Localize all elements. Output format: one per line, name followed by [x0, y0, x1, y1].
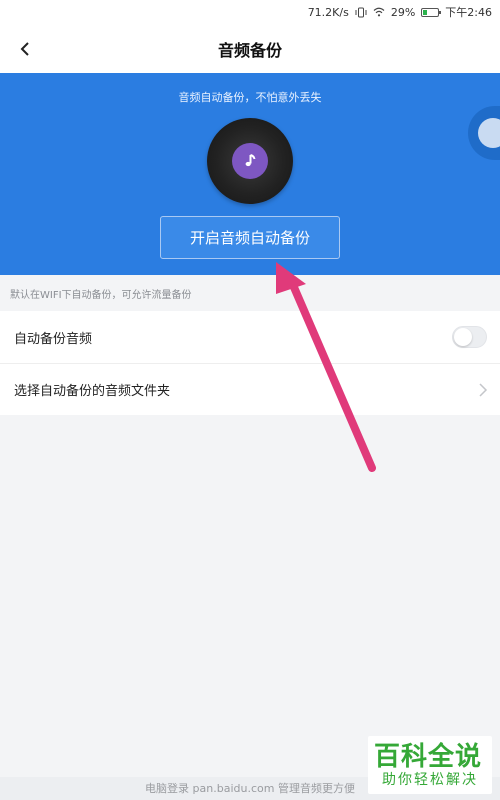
- music-note-icon: [245, 154, 256, 167]
- enable-auto-backup-button[interactable]: 开启音频自动备份: [160, 216, 340, 259]
- chevron-right-icon: [479, 383, 488, 397]
- select-backup-folder-row[interactable]: 选择自动备份的音频文件夹: [0, 363, 500, 415]
- battery-level-fill: [423, 9, 428, 15]
- floating-bubble-dot: [478, 118, 500, 148]
- audio-backup-screen: 71.2K/s 29% 下午2:46 音频备份 音频自动备份，不怕意外丢失 开启…: [0, 0, 500, 800]
- auto-backup-audio-label: 自动备份音频: [14, 331, 93, 347]
- auto-backup-audio-row[interactable]: 自动备份音频: [0, 311, 500, 363]
- battery-percent: 29%: [390, 5, 416, 19]
- hero-subtitle: 音频自动备份，不怕意外丢失: [178, 91, 322, 104]
- vibrate-icon: [355, 7, 367, 18]
- backup-hint-text: 默认在WIFI下自动备份，可允许流量备份: [10, 290, 192, 301]
- floating-assist-bubble[interactable]: [468, 106, 500, 160]
- auto-backup-toggle[interactable]: [452, 326, 487, 348]
- clock: 下午2:46: [445, 6, 492, 19]
- vinyl-disc-icon: [207, 118, 293, 204]
- backup-hero-panel: 音频自动备份，不怕意外丢失 开启音频自动备份: [0, 73, 500, 275]
- watermark-subtitle: 助你轻松解决: [382, 772, 478, 788]
- top-nav-bar: 音频备份: [0, 24, 500, 73]
- battery-icon: [421, 7, 442, 17]
- toggle-knob: [454, 328, 472, 346]
- disc-center: [232, 143, 268, 179]
- watermark-logo: 百科全说 助你轻松解决: [368, 736, 492, 794]
- watermark-title: 百科全说: [374, 742, 483, 772]
- chevron-left-icon: [20, 42, 29, 56]
- settings-list: 自动备份音频 选择自动备份的音频文件夹: [0, 311, 500, 415]
- page-title: 音频备份: [217, 40, 282, 60]
- back-button[interactable]: [10, 34, 40, 64]
- select-folder-label: 选择自动备份的音频文件夹: [14, 384, 171, 399]
- status-bar: 71.2K/s 29% 下午2:46: [0, 0, 500, 24]
- wifi-icon: [373, 7, 385, 17]
- network-speed: 71.2K/s: [307, 5, 349, 19]
